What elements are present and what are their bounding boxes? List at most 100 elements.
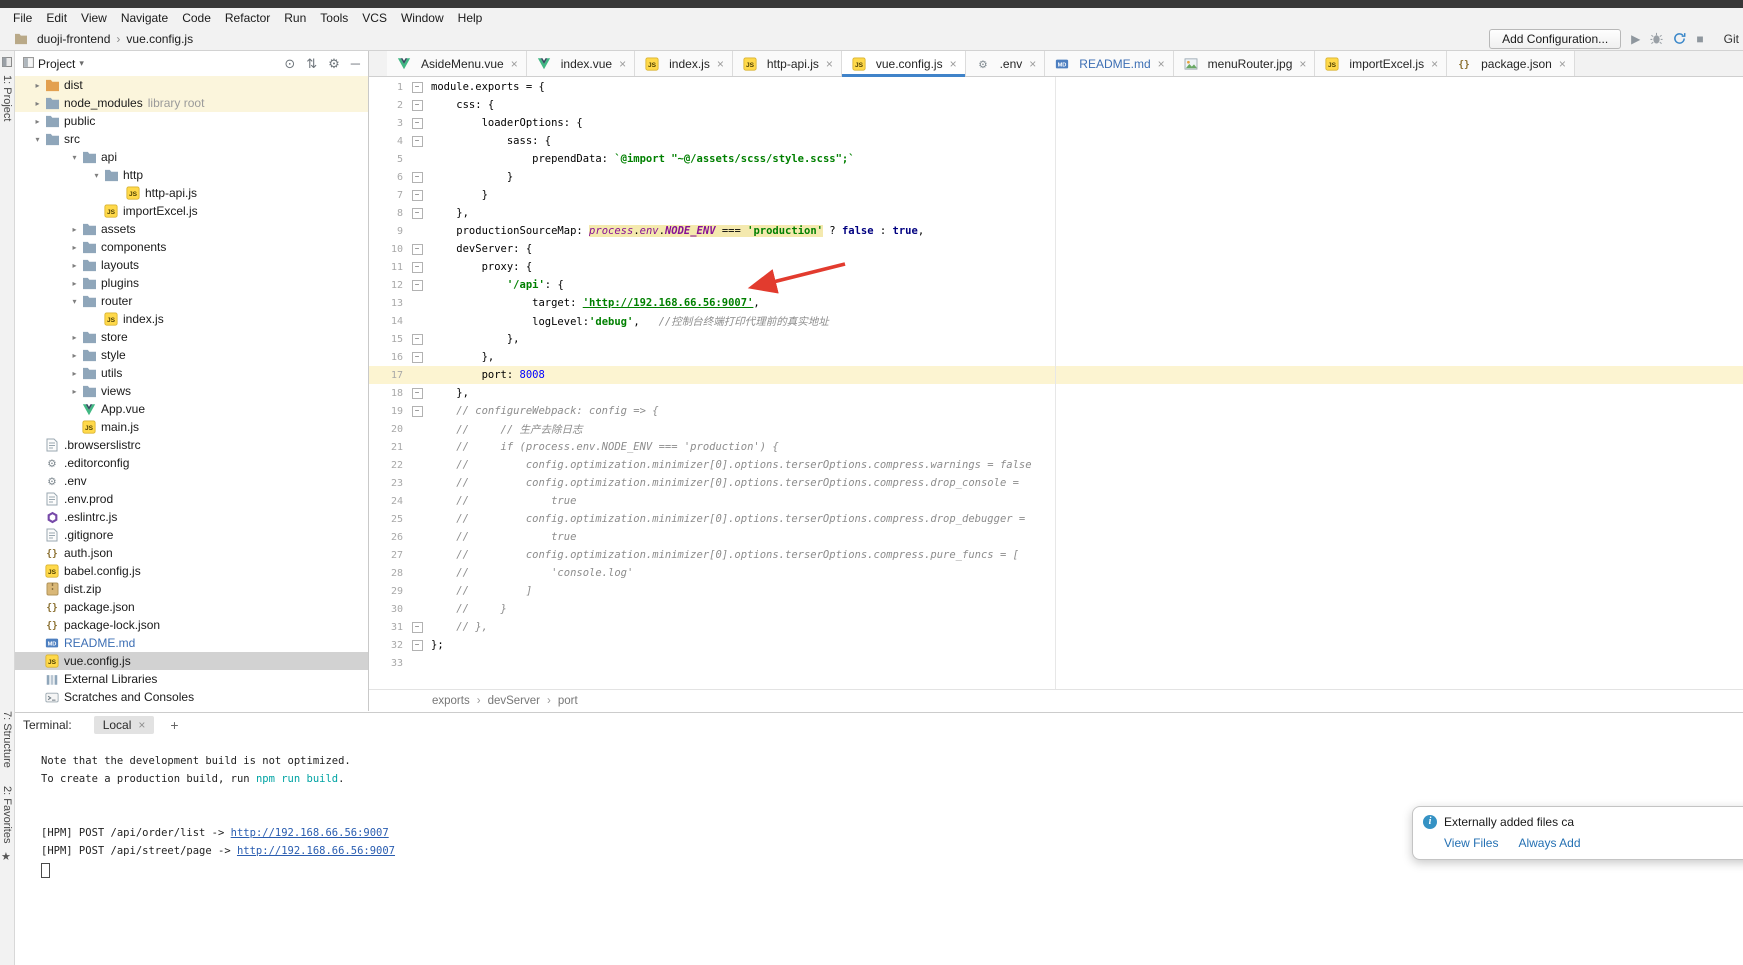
tree-item-node-modules[interactable]: ▸node_moduleslibrary root xyxy=(15,94,368,112)
close-icon[interactable]: × xyxy=(826,57,833,71)
new-terminal-icon[interactable]: + xyxy=(170,717,178,733)
menu-code[interactable]: Code xyxy=(175,9,218,27)
tree-item-dist[interactable]: ▸dist xyxy=(15,76,368,94)
fold-icon[interactable]: − xyxy=(412,388,423,399)
close-icon[interactable]: × xyxy=(717,57,724,71)
menu-navigate[interactable]: Navigate xyxy=(114,9,175,27)
close-icon[interactable]: × xyxy=(1431,57,1438,71)
editor-tab-index-js[interactable]: JSindex.js× xyxy=(635,51,733,76)
code-line-7[interactable]: 7− } xyxy=(369,186,1743,204)
debug-icon[interactable] xyxy=(1650,32,1663,45)
tree-item-scratches-and-consoles[interactable]: Scratches and Consoles xyxy=(15,688,368,706)
menu-tools[interactable]: Tools xyxy=(313,9,355,27)
chevron-right-icon[interactable]: ▸ xyxy=(69,333,80,342)
code-line-20[interactable]: 20 // // 生产去除日志 xyxy=(369,420,1743,438)
close-icon[interactable]: × xyxy=(138,718,145,732)
chevron-right-icon[interactable]: ▸ xyxy=(69,243,80,252)
fold-icon[interactable]: − xyxy=(412,82,423,93)
tool-button-structure[interactable]: 7: Structure xyxy=(1,711,13,768)
close-icon[interactable]: × xyxy=(1158,57,1165,71)
code-line-17[interactable]: 17 port: 8008 xyxy=(369,366,1743,384)
tree-item-gitignore[interactable]: .gitignore xyxy=(15,526,368,544)
breadcrumb-exports[interactable]: exports xyxy=(432,695,470,707)
tree-item-http[interactable]: ▾http xyxy=(15,166,368,184)
fold-icon[interactable]: − xyxy=(412,406,423,417)
code-line-24[interactable]: 24 // true xyxy=(369,492,1743,510)
view-files-link[interactable]: View Files xyxy=(1444,836,1498,850)
tool-button-favorites[interactable]: 2: Favorites xyxy=(1,786,13,843)
editor-tab-index-vue[interactable]: index.vue× xyxy=(527,51,635,76)
tree-item-dist-zip[interactable]: dist.zip xyxy=(15,580,368,598)
menu-window[interactable]: Window xyxy=(394,9,451,27)
close-icon[interactable]: × xyxy=(619,57,626,71)
code-line-25[interactable]: 25 // config.optimization.minimizer[0].o… xyxy=(369,510,1743,528)
tree-item-plugins[interactable]: ▸plugins xyxy=(15,274,368,292)
tree-item-src[interactable]: ▾src xyxy=(15,130,368,148)
fold-icon[interactable]: − xyxy=(412,136,423,147)
code-line-33[interactable]: 33 xyxy=(369,654,1743,672)
chevron-right-icon[interactable]: ▸ xyxy=(69,279,80,288)
fold-icon[interactable]: − xyxy=(412,262,423,273)
close-icon[interactable]: × xyxy=(950,57,957,71)
close-icon[interactable]: × xyxy=(1559,57,1566,71)
code-line-3[interactable]: 3− loaderOptions: { xyxy=(369,114,1743,132)
editor-tab-menurouter-jpg[interactable]: menuRouter.jpg× xyxy=(1174,51,1316,76)
chevron-down-icon[interactable]: ▾ xyxy=(79,58,84,69)
close-icon[interactable]: × xyxy=(511,57,518,71)
fold-icon[interactable]: − xyxy=(412,352,423,363)
chevron-right-icon[interactable]: ▸ xyxy=(32,81,43,90)
editor-tab-readme-md[interactable]: MDREADME.md× xyxy=(1045,51,1173,76)
stop-icon[interactable]: ■ xyxy=(1696,32,1703,46)
chevron-right-icon[interactable]: ▸ xyxy=(69,387,80,396)
menu-run[interactable]: Run xyxy=(277,9,313,27)
fold-icon[interactable]: − xyxy=(412,172,423,183)
code-line-4[interactable]: 4− sass: { xyxy=(369,132,1743,150)
menu-edit[interactable]: Edit xyxy=(39,9,74,27)
breadcrumb-devserver[interactable]: devServer xyxy=(488,695,540,707)
code-line-9[interactable]: 9 productionSourceMap: process.env.NODE_… xyxy=(369,222,1743,240)
code-line-15[interactable]: 15− }, xyxy=(369,330,1743,348)
code-line-10[interactable]: 10− devServer: { xyxy=(369,240,1743,258)
code-line-27[interactable]: 27 // config.optimization.minimizer[0].o… xyxy=(369,546,1743,564)
tree-item-main-js[interactable]: JSmain.js xyxy=(15,418,368,436)
tree-item-api[interactable]: ▾api xyxy=(15,148,368,166)
tree-item-env[interactable]: ⚙.env xyxy=(15,472,368,490)
fold-icon[interactable]: − xyxy=(412,100,423,111)
tree-item-layouts[interactable]: ▸layouts xyxy=(15,256,368,274)
chevron-right-icon[interactable]: ▸ xyxy=(32,117,43,126)
editor-tab-asidemenu-vue[interactable]: AsideMenu.vue× xyxy=(387,51,527,76)
code-line-19[interactable]: 19− // configureWebpack: config => { xyxy=(369,402,1743,420)
code-line-26[interactable]: 26 // true xyxy=(369,528,1743,546)
collapse-all-icon[interactable]: ⇅ xyxy=(306,56,317,72)
tree-item-views[interactable]: ▸views xyxy=(15,382,368,400)
close-icon[interactable]: × xyxy=(1299,57,1306,71)
chevron-down-icon[interactable]: ▾ xyxy=(32,135,43,144)
tree-item-http-api-js[interactable]: JShttp-api.js xyxy=(15,184,368,202)
chevron-down-icon[interactable]: ▾ xyxy=(91,171,102,180)
menu-view[interactable]: View xyxy=(74,9,114,27)
tree-item-utils[interactable]: ▸utils xyxy=(15,364,368,382)
code-line-1[interactable]: 1−module.exports = { xyxy=(369,78,1743,96)
close-icon[interactable]: × xyxy=(1029,57,1036,71)
hide-panel-icon[interactable]: ─ xyxy=(351,56,360,71)
code-line-28[interactable]: 28 // 'console.log' xyxy=(369,564,1743,582)
chevron-down-icon[interactable]: ▾ xyxy=(69,297,80,306)
menu-vcs[interactable]: VCS xyxy=(355,9,394,27)
editor-tab-package-json[interactable]: {}package.json× xyxy=(1447,51,1575,76)
tree-item-assets[interactable]: ▸assets xyxy=(15,220,368,238)
tree-item-package-json[interactable]: {}package.json xyxy=(15,598,368,616)
code-line-12[interactable]: 12− '/api': { xyxy=(369,276,1743,294)
tree-item-eslintrc-js[interactable]: .eslintrc.js xyxy=(15,508,368,526)
breadcrumb-port[interactable]: port xyxy=(558,695,578,707)
chevron-right-icon[interactable]: ▸ xyxy=(69,369,80,378)
code-line-13[interactable]: 13 target: 'http://192.168.66.56:9007', xyxy=(369,294,1743,312)
fold-icon[interactable]: − xyxy=(412,334,423,345)
tree-item-vue-config-js[interactable]: JSvue.config.js xyxy=(15,652,368,670)
code-line-32[interactable]: 32−}; xyxy=(369,636,1743,654)
code-line-8[interactable]: 8− }, xyxy=(369,204,1743,222)
tree-item-readme-md[interactable]: MDREADME.md xyxy=(15,634,368,652)
run-icon[interactable]: ▶ xyxy=(1631,32,1640,46)
editor-tab-importexcel-js[interactable]: JSimportExcel.js× xyxy=(1315,51,1447,76)
project-tool-icon[interactable] xyxy=(2,56,12,70)
editor-tab-vue-config-js[interactable]: JSvue.config.js× xyxy=(842,51,966,76)
